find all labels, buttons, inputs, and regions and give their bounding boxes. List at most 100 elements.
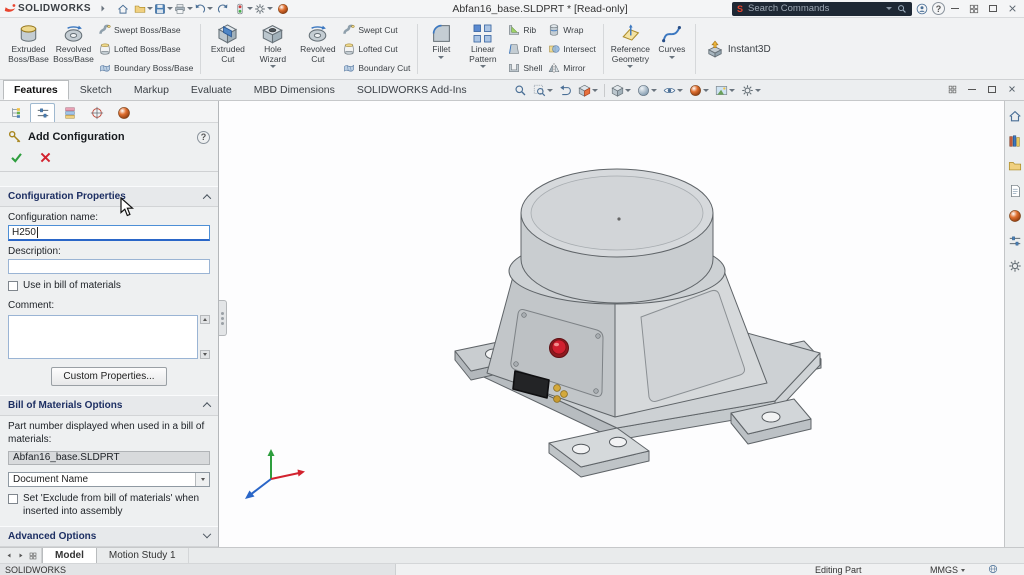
view-settings-button[interactable] (739, 83, 763, 98)
home-button[interactable] (114, 1, 133, 16)
tab-evaluate[interactable]: Evaluate (180, 80, 243, 100)
tab-features[interactable]: Features (3, 80, 69, 100)
view-orientation-button[interactable] (609, 83, 633, 98)
graphics-viewport[interactable] (219, 101, 1004, 547)
status-globe-icon[interactable] (988, 564, 998, 575)
layout-grid-button[interactable] (965, 1, 983, 16)
curves-button[interactable]: Curves (653, 20, 691, 78)
solidworks-forum-icon[interactable] (1008, 259, 1022, 273)
menu-expand-arrow-icon[interactable] (94, 1, 113, 16)
use-in-bom-checkbox[interactable] (8, 281, 18, 291)
units-selector[interactable]: MMGS (930, 565, 965, 575)
boundary-boss-base-button[interactable]: Boundary Boss/Base (96, 59, 196, 76)
wrap-button[interactable]: Wrap (545, 22, 599, 39)
search-icon[interactable] (897, 4, 907, 14)
doc-close-button[interactable] (1004, 82, 1020, 96)
instant3d-button[interactable]: Instant3D (698, 20, 779, 78)
cancel-cross-icon[interactable] (39, 151, 52, 164)
part-number-source-select[interactable]: Document Name (8, 472, 210, 487)
section-view-button[interactable] (576, 83, 600, 98)
pattern-flyout-arrow-icon[interactable] (480, 65, 486, 68)
display-style-button[interactable] (635, 83, 659, 98)
tab-mbd-dimensions[interactable]: MBD Dimensions (243, 80, 346, 100)
motion-study-1-tab[interactable]: Motion Study 1 (97, 548, 189, 563)
rib-button[interactable]: Rib (505, 22, 545, 39)
displaymanager-tab[interactable] (111, 103, 136, 122)
tab-markup[interactable]: Markup (123, 80, 180, 100)
save-button[interactable] (154, 1, 173, 16)
scroll-tabs-left-icon[interactable] (3, 550, 14, 561)
model-3d-abfan16-base[interactable] (219, 101, 1004, 547)
bom-options-header[interactable]: Bill of Materials Options (0, 395, 218, 416)
extruded-cut-button[interactable]: Extruded Cut (205, 20, 250, 78)
propertymanager-tab[interactable] (30, 103, 55, 122)
configuration-name-input[interactable]: H250 (8, 225, 210, 241)
featuremanager-tab[interactable] (3, 103, 28, 122)
print-button[interactable] (174, 1, 193, 16)
shell-button[interactable]: Shell (505, 59, 545, 76)
hole-wizard-button[interactable]: Hole Wizard (250, 20, 295, 78)
intersect-button[interactable]: Intersect (545, 40, 599, 57)
hide-show-items-button[interactable] (661, 83, 685, 98)
boundary-cut-button[interactable]: Boundary Cut (340, 59, 413, 76)
close-button[interactable] (1003, 1, 1021, 16)
redo-button[interactable] (214, 1, 233, 16)
draft-button[interactable]: Draft (505, 40, 545, 57)
hole-wizard-flyout-arrow-icon[interactable] (270, 65, 276, 68)
ok-check-icon[interactable] (10, 151, 23, 164)
split-view-icon[interactable] (27, 550, 38, 561)
mirror-button[interactable]: Mirror (545, 59, 599, 76)
dimxpertmanager-tab[interactable] (84, 103, 109, 122)
search-input[interactable]: Search Commands (748, 3, 881, 14)
search-scope-arrow-icon[interactable] (886, 7, 892, 10)
exclude-from-bom-checkbox[interactable] (8, 494, 18, 504)
dropdown-arrow-icon[interactable] (195, 473, 209, 486)
restore-button[interactable] (984, 1, 1002, 16)
description-input[interactable] (8, 259, 210, 274)
custom-properties-button[interactable]: Custom Properties... (51, 367, 166, 386)
zoom-fit-button[interactable] (512, 83, 529, 98)
design-library-icon[interactable] (1008, 134, 1022, 148)
reference-geometry-button[interactable]: Reference Geometry (608, 20, 653, 78)
view-palette-icon[interactable] (1008, 184, 1022, 198)
rebuild-button[interactable] (234, 1, 253, 16)
help-icon[interactable]: ? (197, 131, 210, 144)
edit-appearance-button[interactable] (274, 1, 293, 16)
fillet-flyout-arrow-icon[interactable] (438, 56, 444, 59)
configurationmanager-tab[interactable] (57, 103, 82, 122)
swept-boss-base-button[interactable]: Swept Boss/Base (96, 22, 196, 39)
exclude-from-bom-checkbox-row[interactable]: Set 'Exclude from bill of materials' whe… (0, 487, 218, 520)
search-commands-box[interactable]: S Search Commands (732, 2, 912, 16)
edit-appearance-hud-button[interactable] (687, 83, 711, 98)
extruded-boss-base-button[interactable]: Extruded Boss/Base (6, 20, 51, 78)
curves-flyout-arrow-icon[interactable] (669, 56, 675, 59)
fillet-button[interactable]: Fillet (422, 20, 460, 78)
lofted-cut-button[interactable]: Lofted Cut (340, 40, 413, 57)
linear-pattern-button[interactable]: Linear Pattern (460, 20, 505, 78)
open-button[interactable] (134, 1, 153, 16)
model-tab[interactable]: Model (42, 548, 97, 563)
previous-view-button[interactable] (557, 83, 574, 98)
tab-solidworks-addins[interactable]: SOLIDWORKS Add-Ins (346, 80, 478, 100)
apply-scene-button[interactable] (713, 83, 737, 98)
revolved-boss-base-button[interactable]: Revolved Boss/Base (51, 20, 96, 78)
solidworks-resources-icon[interactable] (1008, 109, 1022, 123)
scroll-tabs-right-icon[interactable] (15, 550, 26, 561)
configuration-properties-header[interactable]: Configuration Properties (0, 186, 218, 207)
options-button[interactable] (254, 1, 273, 16)
reference-flyout-arrow-icon[interactable] (627, 65, 633, 68)
lofted-boss-base-button[interactable]: Lofted Boss/Base (96, 40, 196, 57)
panel-splitter[interactable] (219, 300, 227, 336)
revolved-cut-button[interactable]: Revolved Cut (295, 20, 340, 78)
tab-sketch[interactable]: Sketch (69, 80, 123, 100)
comment-input[interactable] (8, 315, 198, 359)
scroll-up-icon[interactable] (200, 315, 210, 324)
account-button[interactable] (913, 1, 931, 16)
scroll-down-icon[interactable] (200, 350, 210, 359)
swept-cut-button[interactable]: Swept Cut (340, 22, 413, 39)
appearances-scenes-icon[interactable] (1008, 209, 1022, 223)
file-explorer-icon[interactable] (1008, 159, 1022, 173)
zoom-area-button[interactable] (531, 83, 555, 98)
undo-button[interactable] (194, 1, 213, 16)
use-in-bom-checkbox-row[interactable]: Use in bill of materials (0, 274, 218, 295)
